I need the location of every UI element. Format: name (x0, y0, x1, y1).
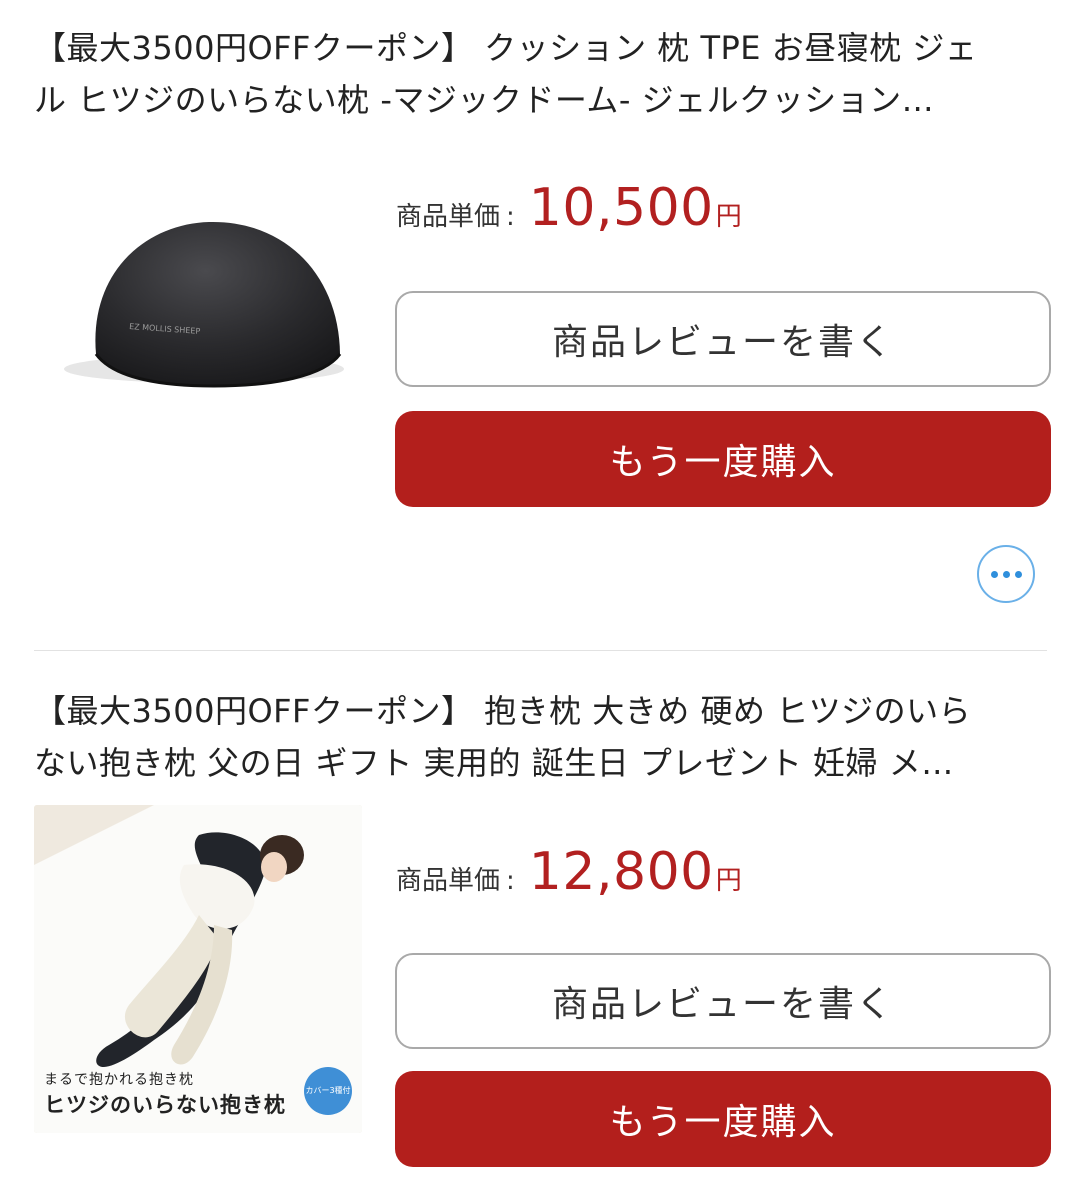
write-review-button[interactable]: 商品レビューを書く (395, 953, 1051, 1049)
unit-price-label: 商品単価 (396, 866, 501, 896)
buy-again-button[interactable]: もう一度購入 (395, 1071, 1051, 1167)
image-badge: カバー3種付 (304, 1067, 352, 1115)
product-title[interactable]: 【最大3500円OFFクーポン】 クッション 枕 TPE お昼寝枕 ジェ ル ヒ… (34, 22, 1044, 126)
order-item: 【最大3500円OFFクーポン】 クッション 枕 TPE お昼寝枕 ジェ ル ヒ… (0, 0, 1087, 650)
image-caption-big: ヒツジのいらない抱き枕 (44, 1093, 286, 1117)
product-title-line: ル ヒツジのいらない枕 -マジックドーム- ジェルクッション… (34, 81, 935, 119)
more-dots-icon[interactable] (977, 545, 1035, 603)
order-item: 【最大3500円OFFクーポン】 抱き枕 大きめ 硬め ヒツジのいら ない抱き枕… (0, 651, 1087, 1200)
cushion-image-graphic: EZ MOLLIS SHEEP (64, 221, 344, 388)
order-history-page: 【最大3500円OFFクーポン】 クッション 枕 TPE お昼寝枕 ジェ ル ヒ… (0, 0, 1087, 1200)
dot (1002, 570, 1010, 578)
dot (990, 570, 998, 578)
image-caption: まるで抱かれる抱き枕 ヒツジのいらない抱き枕 (44, 1069, 286, 1119)
product-title-line: 【最大3500円OFFクーポン】 クッション 枕 TPE お昼寝枕 ジェ (34, 29, 978, 67)
unit-price-label: 商品単価 (396, 202, 501, 232)
unit-price-value: 12,800 (528, 842, 714, 902)
write-review-button[interactable]: 商品レビューを書く (395, 291, 1051, 387)
unit-price-value: 10,500 (528, 178, 714, 238)
unit-price-currency: 円 (715, 866, 742, 896)
unit-price-colon: : (506, 202, 515, 232)
product-title-line: 【最大3500円OFFクーポン】 抱き枕 大きめ 硬め ヒツジのいら (34, 692, 972, 730)
unit-price-colon: : (506, 866, 515, 896)
body-pillow-product-image[interactable]: まるで抱かれる抱き枕 ヒツジのいらない抱き枕 カバー3種付 (34, 805, 362, 1133)
buy-again-button[interactable]: もう一度購入 (395, 411, 1051, 507)
cushion-product-image[interactable]: EZ MOLLIS SHEEP (34, 154, 362, 482)
unit-price-row: 商品単価 : 12,800 円 (396, 842, 742, 912)
image-caption-small: まるで抱かれる抱き枕 (44, 1072, 194, 1088)
unit-price-row: 商品単価 : 10,500 円 (396, 178, 742, 248)
product-title[interactable]: 【最大3500円OFFクーポン】 抱き枕 大きめ 硬め ヒツジのいら ない抱き枕… (34, 685, 1044, 789)
product-title-line: ない抱き枕 父の日 ギフト 実用的 誕生日 プレゼント 妊婦 メ… (34, 744, 954, 782)
unit-price-currency: 円 (715, 202, 742, 232)
dot (1014, 570, 1022, 578)
